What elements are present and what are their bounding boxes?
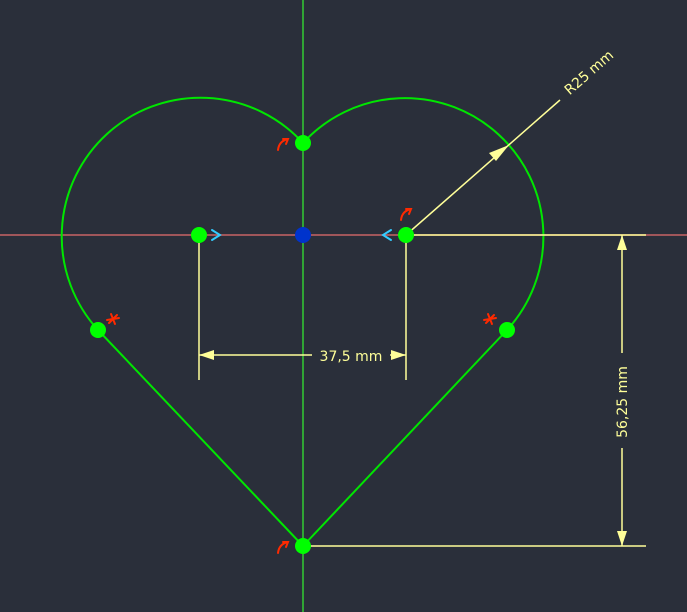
- sketch-origin-point[interactable]: [295, 227, 311, 243]
- bottom-tip-point[interactable]: [295, 538, 311, 554]
- sketch-canvas[interactable]: 37,5 mm 56,25 mm R25 mm: [0, 0, 687, 612]
- top-cusp-point[interactable]: [295, 135, 311, 151]
- tangent-constraint-icon[interactable]: [277, 541, 290, 554]
- radius-dimension-label[interactable]: R25 mm: [562, 47, 617, 98]
- right-arc-center-point[interactable]: [398, 227, 414, 243]
- radius-arrowhead: [489, 145, 509, 161]
- dimension-arrowhead-right: [391, 350, 406, 360]
- radius-leader-line: [405, 99, 561, 236]
- left-arc-center-point[interactable]: [191, 227, 207, 243]
- left-tangent-point[interactable]: [90, 322, 106, 338]
- dimension-arrowhead-left: [199, 350, 214, 360]
- radius-dimension[interactable]: R25 mm: [405, 47, 617, 236]
- tangent-constraint-icon[interactable]: [277, 138, 290, 151]
- point-on-object-constraint-icon[interactable]: [106, 313, 120, 325]
- point-on-object-constraint-icon[interactable]: [483, 313, 497, 325]
- left-line[interactable]: [97, 329, 304, 547]
- right-tangent-point[interactable]: [499, 322, 515, 338]
- vertical-dimension[interactable]: 56,25 mm: [303, 234, 646, 547]
- dimension-arrowhead-bottom: [617, 531, 627, 546]
- horizontal-dimension-label[interactable]: 37,5 mm: [320, 349, 383, 365]
- vertical-dimension-label[interactable]: 56,25 mm: [615, 366, 631, 438]
- tangent-constraint-icon[interactable]: [400, 208, 413, 221]
- dimension-arrowhead-top: [617, 235, 627, 250]
- right-arc[interactable]: [302, 97, 545, 331]
- left-arc[interactable]: [60, 96, 304, 331]
